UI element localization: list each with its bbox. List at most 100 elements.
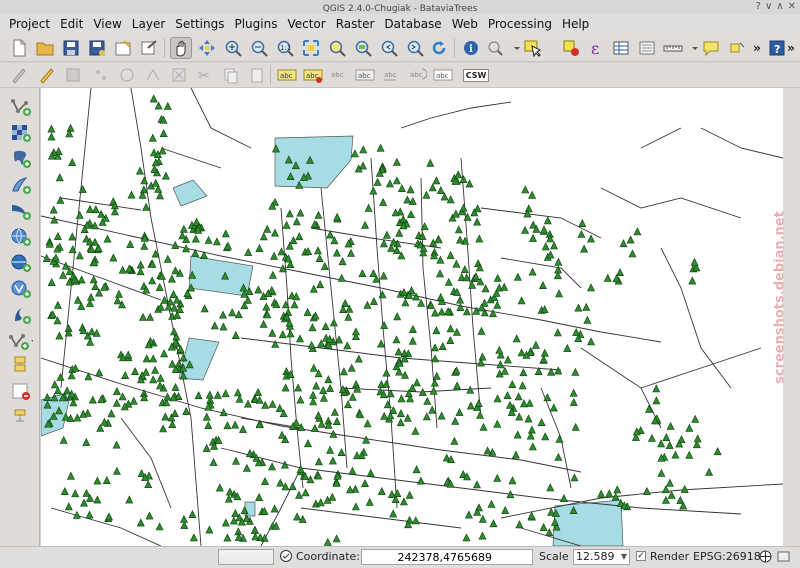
tree-marker xyxy=(231,508,240,517)
zoom-native-icon[interactable]: 1:1 xyxy=(274,37,296,59)
tree-marker xyxy=(396,409,405,418)
pan-icon[interactable] xyxy=(170,37,192,59)
add-wms-layer-icon[interactable] xyxy=(9,226,33,248)
map-canvas[interactable] xyxy=(41,88,783,546)
zoom-last-icon[interactable] xyxy=(378,37,400,59)
node-tool-icon[interactable] xyxy=(142,64,164,86)
add-wfs-layer-icon[interactable] xyxy=(9,278,33,300)
zoom-next-icon[interactable] xyxy=(404,37,426,59)
new-shapefile-layer-icon[interactable] xyxy=(9,330,33,352)
add-feature-icon[interactable] xyxy=(90,64,112,86)
cut-features-icon[interactable]: ✂ xyxy=(194,64,216,86)
menu-vector[interactable]: Vector xyxy=(282,14,330,34)
map-render[interactable] xyxy=(41,88,783,546)
layer-labeling-icon[interactable]: abc xyxy=(276,64,298,86)
pan-to-selection-icon[interactable] xyxy=(196,37,218,59)
attribute-table-icon[interactable] xyxy=(610,37,632,59)
label-highlight-icon[interactable]: abc xyxy=(302,64,324,86)
change-label-icon[interactable]: abc xyxy=(432,64,454,86)
add-oracle-layer-icon[interactable] xyxy=(9,406,33,428)
statistics-icon[interactable] xyxy=(636,37,658,59)
menu-settings[interactable]: Settings xyxy=(170,14,229,34)
menu-view[interactable]: View xyxy=(88,14,126,34)
close-icon[interactable]: ✕ xyxy=(788,2,796,12)
add-spatialite-layer-icon[interactable] xyxy=(9,174,33,196)
tree-marker xyxy=(377,339,386,348)
menu-database[interactable]: Database xyxy=(379,14,446,34)
zoom-in-icon[interactable] xyxy=(222,37,244,59)
tree-marker xyxy=(451,209,460,218)
crs-label[interactable]: EPSG:26918 xyxy=(693,550,761,563)
tree-marker xyxy=(56,372,65,381)
add-wcs-layer-icon[interactable] xyxy=(9,252,33,274)
add-mssql-layer-icon[interactable] xyxy=(9,200,33,222)
menu-processing[interactable]: Processing xyxy=(483,14,557,34)
delete-selected-icon[interactable] xyxy=(168,64,190,86)
zoom-full-icon[interactable] xyxy=(300,37,322,59)
move-feature-icon[interactable] xyxy=(116,64,138,86)
tree-marker xyxy=(462,533,471,542)
save-as-icon[interactable] xyxy=(86,37,108,59)
new-print-composer-icon[interactable] xyxy=(112,37,134,59)
text-annotation-icon[interactable] xyxy=(726,37,748,59)
paste-features-icon[interactable] xyxy=(246,64,268,86)
zoom-to-layer-icon[interactable] xyxy=(352,37,374,59)
menu-project[interactable]: Project xyxy=(4,14,55,34)
open-project-icon[interactable] xyxy=(34,37,56,59)
current-edits-icon[interactable] xyxy=(8,64,30,86)
add-raster-layer-icon[interactable] xyxy=(9,122,33,144)
toolbar-overflow-1[interactable]: » xyxy=(746,37,768,59)
menu-raster[interactable]: Raster xyxy=(331,14,380,34)
checkmark-icon: ✓ xyxy=(637,550,645,561)
messages-icon[interactable] xyxy=(777,550,790,563)
scale-combobox[interactable]: 12.589 ▼ xyxy=(573,549,630,565)
tree-marker xyxy=(321,322,330,330)
annotation-icon[interactable] xyxy=(700,37,722,59)
scale-dropdown-icon[interactable]: ▼ xyxy=(621,550,627,564)
map-tips-icon[interactable] xyxy=(484,37,506,59)
deselect-icon[interactable] xyxy=(560,37,582,59)
csw-button[interactable]: CSW xyxy=(462,64,490,86)
composer-manager-icon[interactable] xyxy=(138,37,160,59)
select-icon[interactable] xyxy=(522,37,544,59)
remove-layer-icon[interactable] xyxy=(9,380,33,402)
tree-marker xyxy=(549,403,558,412)
tree-marker xyxy=(407,210,415,218)
show-hide-labels-icon[interactable]: abc xyxy=(354,64,376,86)
toggle-editing-icon[interactable] xyxy=(36,64,58,86)
rotate-label-icon[interactable]: abc xyxy=(406,64,428,86)
identify-icon[interactable]: i xyxy=(460,37,482,59)
minimize-icon[interactable]: ∨ xyxy=(765,2,772,12)
add-delimited-text-layer-icon[interactable] xyxy=(9,304,33,326)
menu-edit[interactable]: Edit xyxy=(55,14,88,34)
save-project-icon[interactable] xyxy=(60,37,82,59)
move-label-icon[interactable]: abc xyxy=(380,64,402,86)
render-checkbox[interactable]: ✓ xyxy=(636,551,646,561)
zoom-to-selection-icon[interactable] xyxy=(326,37,348,59)
crs-toggle-icon[interactable] xyxy=(279,549,293,563)
field-calculator-icon[interactable]: ε xyxy=(586,37,608,59)
add-composer-layer-icon[interactable] xyxy=(9,354,33,376)
maximize-icon[interactable]: ∧ xyxy=(776,2,783,12)
help-window-icon[interactable]: ? xyxy=(756,2,761,12)
menu-layer[interactable]: Layer xyxy=(127,14,170,34)
refresh-icon[interactable] xyxy=(428,37,450,59)
menu-help[interactable]: Help xyxy=(557,14,594,34)
menu-web[interactable]: Web xyxy=(447,14,483,34)
add-vector-layer-icon[interactable] xyxy=(9,96,33,118)
crs-status-icon[interactable] xyxy=(759,550,772,563)
save-edits-icon[interactable] xyxy=(62,64,84,86)
tree-marker xyxy=(112,466,121,475)
add-postgis-layer-icon[interactable] xyxy=(9,148,33,170)
measure-icon[interactable] xyxy=(662,37,684,59)
toolbar-overflow-2[interactable]: » xyxy=(784,37,798,59)
tree-marker xyxy=(524,414,533,423)
pin-labels-icon[interactable]: abc xyxy=(328,64,350,86)
new-project-icon[interactable] xyxy=(8,37,30,59)
menu-plugins[interactable]: Plugins xyxy=(229,14,282,34)
tree-marker xyxy=(228,308,237,317)
coordinate-field[interactable] xyxy=(361,549,533,565)
tree-marker xyxy=(244,399,252,408)
zoom-out-icon[interactable] xyxy=(248,37,270,59)
copy-features-icon[interactable] xyxy=(220,64,242,86)
